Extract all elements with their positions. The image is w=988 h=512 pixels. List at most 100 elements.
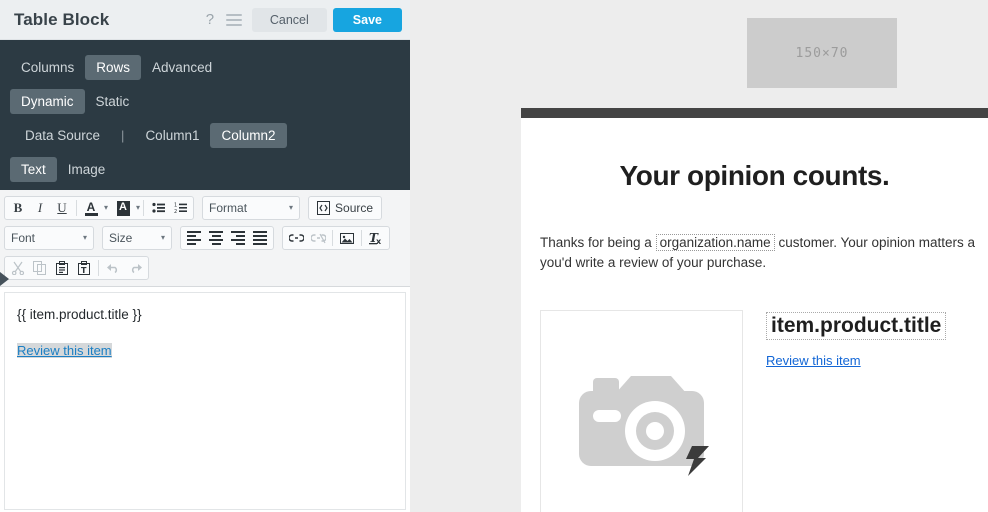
bg-color-button[interactable]: A <box>112 198 134 218</box>
undo-icon <box>102 258 124 278</box>
align-center-icon[interactable] <box>205 228 227 248</box>
copy-icon <box>29 258 51 278</box>
numbered-list-icon[interactable]: 12 <box>169 198 191 218</box>
save-button[interactable]: Save <box>332 7 402 32</box>
editor-review-link[interactable]: Review this item <box>17 343 112 358</box>
editor-merge-tag-line: {{ item.product.title }} <box>17 307 142 322</box>
format-dropdown[interactable]: Format ▾ <box>202 196 301 220</box>
organization-name-merge-tag[interactable]: organization.name <box>655 234 775 251</box>
align-justify-icon[interactable] <box>249 228 271 248</box>
font-color-caret-icon[interactable]: ▾ <box>104 204 108 212</box>
clipboard-group: T <box>4 256 149 280</box>
intro-text-before: Thanks for being a <box>540 235 652 250</box>
bulleted-list-icon[interactable] <box>147 198 169 218</box>
italic-button[interactable]: I <box>29 198 51 218</box>
link-icon[interactable] <box>285 228 307 248</box>
font-color-button[interactable]: A <box>80 198 102 218</box>
product-review-link[interactable]: Review this item <box>766 353 946 368</box>
intro-text-line2: you'd write a review of your purchase. <box>540 254 767 270</box>
panel-header: Table Block ? Cancel Save <box>0 0 410 40</box>
panel-collapse-handle-icon[interactable] <box>0 272 9 286</box>
toolbar-divider <box>143 200 145 216</box>
chevron-down-icon: ▾ <box>289 203 294 212</box>
align-right-icon[interactable] <box>227 228 249 248</box>
hamburger-menu-icon[interactable] <box>225 11 242 29</box>
align-left-icon[interactable] <box>183 228 205 248</box>
rich-text-toolbar: B I U A ▾ A ▾ 1 2 Format ▾ Source Font ▾… <box>0 190 410 287</box>
tab-image[interactable]: Image <box>57 157 117 182</box>
source-button[interactable]: Source <box>308 196 383 220</box>
remove-format-icon[interactable]: T x <box>365 228 387 248</box>
size-dropdown-label: Size <box>109 231 133 245</box>
table-block-editor-panel: Table Block ? Cancel Save Columns Rows A… <box>0 0 410 512</box>
font-dropdown-label: Font <box>11 231 36 245</box>
bg-color-glyph: A <box>116 200 130 213</box>
tab-static[interactable]: Static <box>85 89 141 114</box>
source-code-icon <box>317 201 331 215</box>
toolbar-row-3: T <box>4 254 406 282</box>
alignment-group <box>180 226 274 250</box>
mode-tabs-row: Dynamic Static <box>0 86 410 116</box>
product-image-placeholder[interactable] <box>540 310 743 512</box>
toolbar-divider <box>98 260 99 276</box>
font-color-icon: A <box>84 199 98 216</box>
bg-color-caret-icon[interactable]: ▾ <box>136 204 140 212</box>
tab-column2[interactable]: Column2 <box>210 122 287 148</box>
camera-placeholder-icon <box>579 375 709 476</box>
email-intro-paragraph: Thanks for being a organization.name cus… <box>540 233 988 272</box>
font-color-glyph: A <box>86 199 96 214</box>
email-body: Your opinion counts. Thanks for being a … <box>521 118 988 512</box>
redo-icon <box>124 258 146 278</box>
email-top-bar <box>521 108 988 118</box>
logo-placeholder[interactable]: 150×70 <box>747 18 897 88</box>
product-title-merge-tag[interactable]: item.product.title <box>766 312 947 340</box>
paste-icon[interactable] <box>51 258 73 278</box>
svg-text:1: 1 <box>174 203 177 209</box>
chevron-down-icon: ▾ <box>82 233 87 242</box>
toolbar-row-1: B I U A ▾ A ▾ 1 2 Format ▾ Source <box>4 194 406 222</box>
toolbar-divider <box>76 200 77 216</box>
data-source-separator: | <box>121 127 125 143</box>
app-root: Table Block ? Cancel Save Columns Rows A… <box>0 0 988 512</box>
underline-button[interactable]: U <box>51 198 73 218</box>
tab-text[interactable]: Text <box>10 156 57 182</box>
config-tabs-row: Columns Rows Advanced <box>0 52 410 82</box>
format-dropdown-label: Format <box>209 201 248 215</box>
font-dropdown[interactable]: Font ▾ <box>4 226 94 250</box>
preview-header-area: 150×70 <box>410 0 988 108</box>
bold-button[interactable]: B <box>7 198 29 218</box>
tab-columns[interactable]: Columns <box>10 55 85 80</box>
unlink-icon <box>307 228 329 248</box>
cancel-button[interactable]: Cancel <box>251 7 327 32</box>
data-source-row: Data Source | Column1 Column2 <box>0 120 410 150</box>
toolbar-row-2: Font ▾ Size ▾ T x <box>4 224 406 252</box>
content-type-row: Text Image <box>0 154 410 184</box>
image-icon[interactable] <box>336 228 358 248</box>
toolbar-divider <box>332 230 333 246</box>
tab-rows[interactable]: Rows <box>85 54 142 80</box>
tab-dynamic[interactable]: Dynamic <box>10 88 85 114</box>
page-title: Table Block <box>14 9 110 29</box>
product-row: item.product.title Review this item <box>540 310 947 512</box>
rich-text-content-area[interactable]: {{ item.product.title }} Review this ite… <box>4 292 406 510</box>
product-info: item.product.title Review this item <box>766 310 947 512</box>
cut-icon <box>7 258 29 278</box>
tab-advanced[interactable]: Advanced <box>141 55 223 80</box>
source-button-label: Source <box>335 201 374 215</box>
intro-text-after: customer. Your opinion matters a <box>778 235 976 250</box>
font-color-bar <box>84 212 98 216</box>
email-headline: Your opinion counts. <box>619 160 890 191</box>
data-source-label[interactable]: Data Source <box>14 123 111 148</box>
tab-column1[interactable]: Column1 <box>134 123 210 148</box>
bg-color-bar <box>116 212 130 216</box>
block-config-area: Columns Rows Advanced Dynamic Static Dat… <box>0 40 410 190</box>
paste-as-text-icon[interactable]: T <box>73 258 95 278</box>
chevron-down-icon: ▾ <box>160 233 165 242</box>
help-icon[interactable]: ? <box>202 11 218 28</box>
insert-group: T x <box>282 226 390 250</box>
email-preview-pane: 150×70 Your opinion counts. Thanks for b… <box>410 0 988 512</box>
toolbar-divider <box>361 230 362 246</box>
size-dropdown[interactable]: Size ▾ <box>102 226 172 250</box>
svg-text:2: 2 <box>174 209 177 214</box>
svg-text:T: T <box>81 266 87 275</box>
